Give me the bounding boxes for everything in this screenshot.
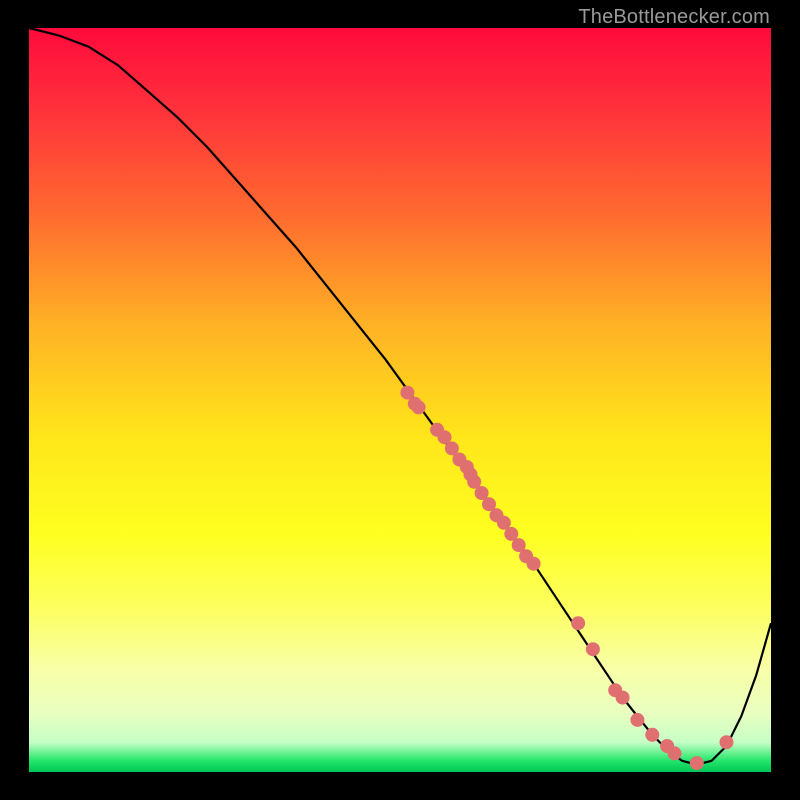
scatter-dot <box>586 642 600 656</box>
scatter-dot <box>571 616 585 630</box>
scatter-dot <box>690 756 704 770</box>
chart-container: TheBottlenecker.com <box>0 0 800 800</box>
watermark-text: TheBottlenecker.com <box>578 6 770 29</box>
scatter-dot <box>645 728 659 742</box>
scatter-dots <box>400 386 733 770</box>
curve-line <box>29 28 771 765</box>
scatter-dot <box>412 400 426 414</box>
scatter-dot <box>668 746 682 760</box>
scatter-dot <box>630 713 644 727</box>
chart-svg <box>29 28 771 772</box>
scatter-dot <box>616 691 630 705</box>
scatter-dot <box>527 557 541 571</box>
scatter-dot <box>720 735 734 749</box>
plot-area <box>29 28 771 772</box>
